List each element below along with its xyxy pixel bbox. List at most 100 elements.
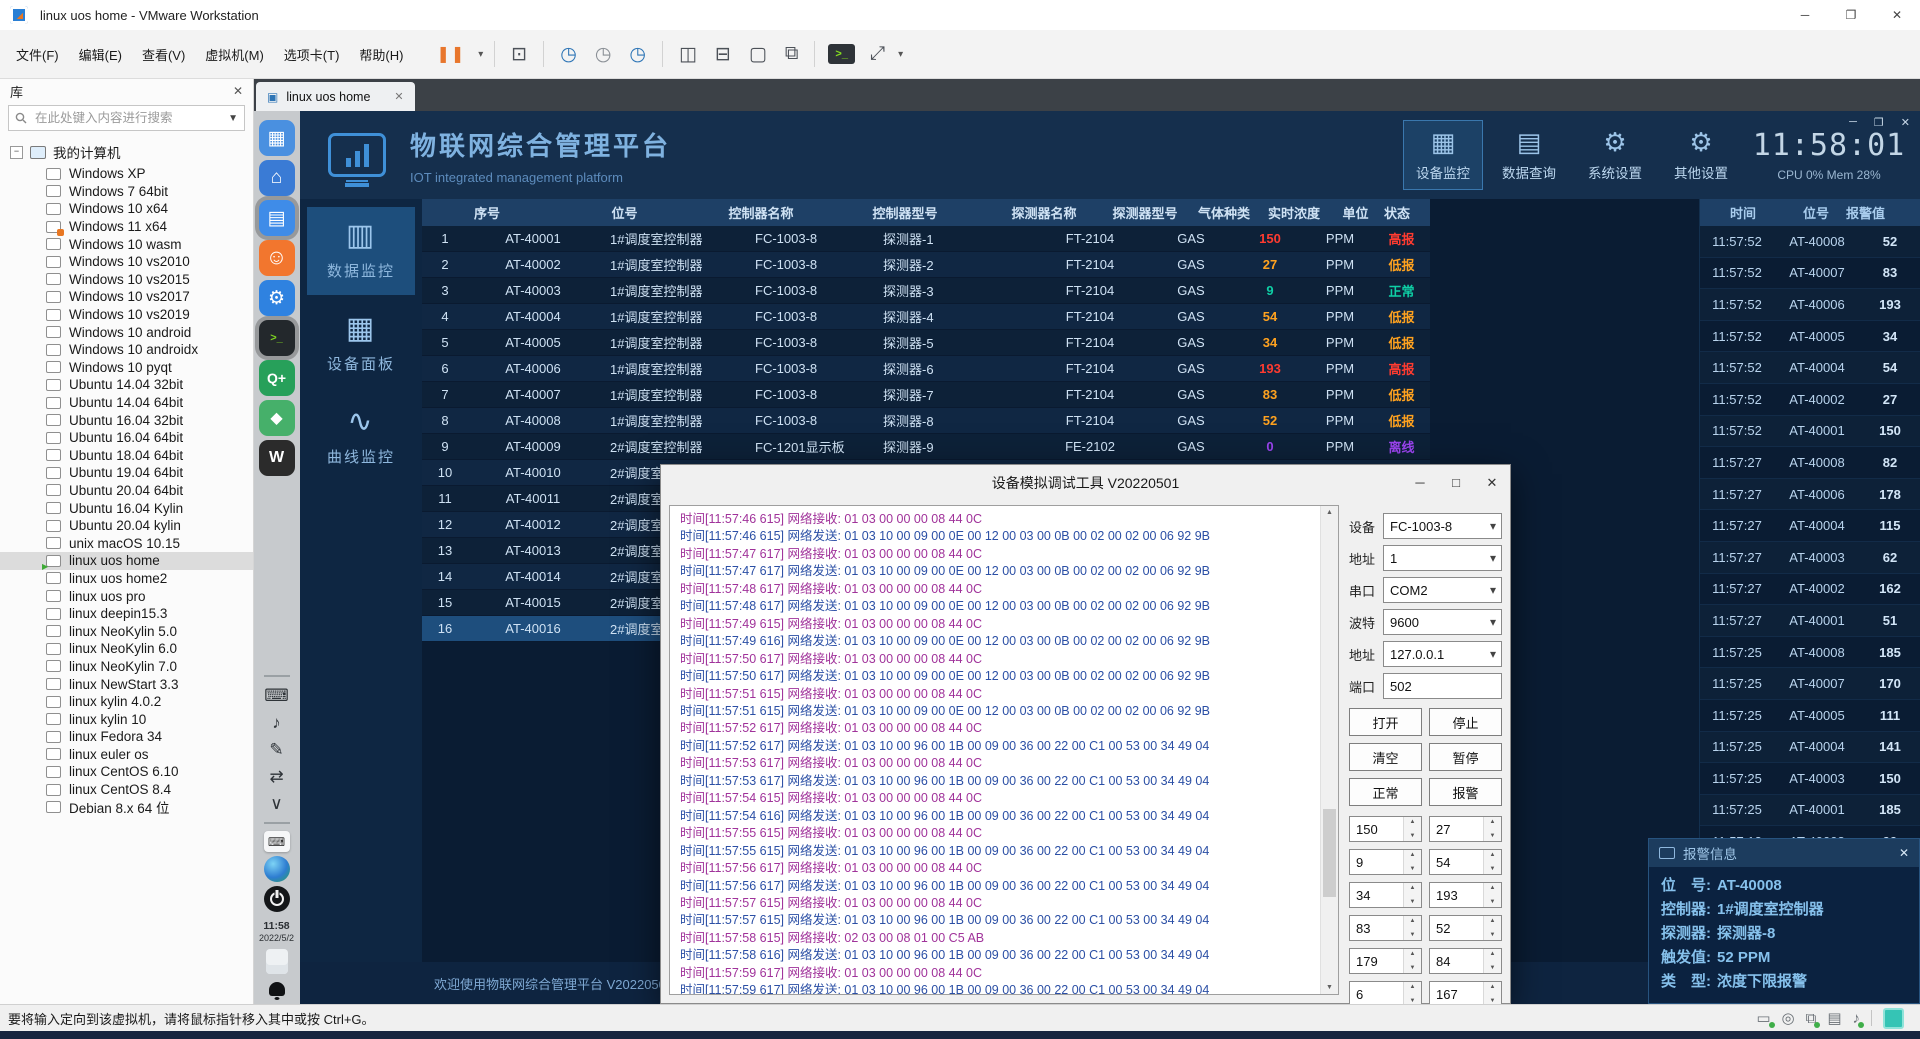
combo-box[interactable]: 1 <box>1383 545 1502 571</box>
terminal-console-button[interactable]: >_ <box>828 44 855 64</box>
vm-item[interactable]: linux uos home <box>0 552 253 570</box>
value-spinner[interactable]: 27 <box>1429 816 1502 842</box>
vm-item[interactable]: Windows 10 pyqt <box>0 359 253 377</box>
spinner-arrows-icon[interactable] <box>1483 982 1501 1006</box>
network-log[interactable]: 时间[11:57:46 615] 网络接收: 01 03 00 00 00 08… <box>669 505 1339 995</box>
vm-item[interactable]: linux uos home2 <box>0 570 253 588</box>
vm-item[interactable]: linux NewStart 3.3 <box>0 675 253 693</box>
spinner-arrows-icon[interactable] <box>1403 982 1421 1006</box>
alarm-row[interactable]: 11:57:52 AT-40004 54 <box>1700 352 1920 384</box>
app-window-control[interactable]: ✕ <box>1901 116 1910 129</box>
window-control-button[interactable]: ─ <box>1782 0 1828 30</box>
menu-item[interactable]: 编辑(E) <box>69 45 132 64</box>
scrollbar-thumb[interactable] <box>1323 809 1336 897</box>
terminal-icon[interactable]: >_ <box>259 320 295 356</box>
dock-divider[interactable] <box>264 675 290 677</box>
vm-item[interactable]: linux deepin15.3 <box>0 605 253 623</box>
value-spinner[interactable]: 179 <box>1349 948 1422 974</box>
tree-root[interactable]: − 我的计算机 <box>0 140 253 165</box>
vm-item[interactable]: Ubuntu 19.04 64bit <box>0 464 253 482</box>
spinner-arrows-icon[interactable] <box>1403 949 1421 973</box>
toolbar-icon[interactable] <box>494 41 495 67</box>
cdrom-icon[interactable]: ◎ <box>1782 1011 1795 1026</box>
alarm-row[interactable]: 11:57:52 AT-40008 52 <box>1700 226 1920 258</box>
file-manager-icon[interactable]: ▤ <box>259 200 295 236</box>
spinner-arrows-icon[interactable] <box>1403 883 1421 907</box>
alarm-row[interactable]: 11:57:27 AT-40008 82 <box>1700 447 1920 479</box>
value-spinner[interactable]: 193 <box>1429 882 1502 908</box>
side-nav-item[interactable]: ▦ 设备面板 <box>307 300 415 388</box>
value-spinner[interactable]: 9 <box>1349 849 1422 875</box>
top-nav-item[interactable]: ⚙ 系统设置 <box>1576 121 1654 189</box>
tab-close-icon[interactable]: ✕ <box>394 90 403 103</box>
app-window-control[interactable]: ❐ <box>1874 116 1884 129</box>
alarm-row[interactable]: 11:57:52 AT-40007 83 <box>1700 258 1920 290</box>
log-scrollbar[interactable] <box>1320 506 1338 994</box>
side-nav-item[interactable]: ∿ 曲线监控 <box>307 393 415 481</box>
toolbar-icon[interactable] <box>543 41 544 67</box>
table-row[interactable]: 8 AT-40008 1#调度室控制器 FC-1003-8 探测器-8 FT-2… <box>422 408 1430 434</box>
top-nav-item[interactable]: ▦ 设备监控 <box>1404 121 1482 189</box>
launcher-icon[interactable]: ▦ <box>259 120 295 156</box>
alarm-row[interactable]: 11:57:52 AT-40002 27 <box>1700 384 1920 416</box>
vm-item[interactable]: Ubuntu 16.04 32bit <box>0 411 253 429</box>
notification-icon[interactable] <box>269 982 285 996</box>
table-row[interactable]: 7 AT-40007 1#调度室控制器 FC-1003-8 探测器-7 FT-2… <box>422 382 1430 408</box>
alarm-row[interactable]: 11:57:52 AT-40006 193 <box>1700 289 1920 321</box>
virtual-keyboard-icon[interactable]: ⌨ <box>259 684 295 707</box>
alarm-row[interactable]: 11:57:27 AT-40003 62 <box>1700 542 1920 574</box>
vm-item[interactable]: Windows 10 androidx <box>0 341 253 359</box>
network-icon[interactable]: ⧉ <box>1806 1011 1817 1026</box>
combo-box[interactable]: 127.0.0.1 <box>1383 641 1502 667</box>
spinner-arrows-icon[interactable] <box>1403 817 1421 841</box>
alarm-row[interactable]: 11:57:27 AT-40006 178 <box>1700 479 1920 511</box>
combo-box[interactable]: COM2 <box>1383 577 1502 603</box>
alarm-row[interactable]: 11:57:25 AT-40003 150 <box>1700 763 1920 795</box>
pause-dropdown-icon[interactable]: ▾ <box>474 49 487 60</box>
home-icon[interactable]: ⌂ <box>259 160 295 196</box>
annotate-icon[interactable]: ✎ <box>259 738 295 761</box>
dialog-button[interactable]: 报警 <box>1429 778 1502 806</box>
printer-icon[interactable]: ▤ <box>1827 1011 1841 1026</box>
vm-item[interactable]: Windows 10 vs2015 <box>0 271 253 289</box>
spinner-arrows-icon[interactable] <box>1483 817 1501 841</box>
vm-item[interactable]: Debian 8.x 64 位 <box>0 798 253 816</box>
sound-icon[interactable]: ♪ <box>1853 1011 1861 1026</box>
unity-view-icon[interactable]: ⧉ <box>776 43 808 65</box>
search-dropdown-icon[interactable]: ▼ <box>228 113 238 124</box>
search-input[interactable] <box>33 110 222 126</box>
console-view-icon[interactable]: ▢ <box>740 43 776 66</box>
dialog-button[interactable]: 清空 <box>1349 743 1422 771</box>
vm-item[interactable]: linux NeoKylin 6.0 <box>0 640 253 658</box>
alarm-row[interactable]: 11:57:27 AT-40001 51 <box>1700 605 1920 637</box>
pause-button[interactable]: ❚❚ <box>427 44 474 64</box>
vm-item[interactable]: linux uos pro <box>0 587 253 605</box>
vm-tab[interactable]: ▣ linux uos home ✕ <box>256 82 415 111</box>
menu-item[interactable]: 选项卡(T) <box>274 45 350 64</box>
security-center-icon[interactable]: ◆ <box>259 400 295 436</box>
revert-snapshot-icon[interactable]: ◷ <box>586 43 621 66</box>
combo-box[interactable]: 9600 <box>1383 609 1502 635</box>
dialog-button[interactable]: 停止 <box>1429 708 1502 736</box>
top-nav-item[interactable]: ⚙ 其他设置 <box>1662 121 1740 189</box>
control-center-icon[interactable]: ⚙ <box>259 280 295 316</box>
dock-time[interactable]: 11:58 <box>259 920 295 932</box>
vm-item[interactable]: Windows XP <box>0 165 253 183</box>
dialog-button[interactable]: 正常 <box>1349 778 1422 806</box>
dialog-control-button[interactable]: □ <box>1438 465 1474 500</box>
vm-item[interactable]: Ubuntu 16.04 Kylin <box>0 499 253 517</box>
table-row[interactable]: 4 AT-40004 1#调度室控制器 FC-1003-8 探测器-4 FT-2… <box>422 304 1430 330</box>
trash-icon[interactable] <box>266 949 288 974</box>
app-store-icon[interactable]: ☺ <box>259 240 295 276</box>
show-thumbnails-icon[interactable]: ⊟ <box>706 43 740 66</box>
vm-item[interactable]: Ubuntu 20.04 kylin <box>0 517 253 535</box>
spinner-arrows-icon[interactable] <box>1483 850 1501 874</box>
clipboard-icon[interactable] <box>1883 1008 1904 1029</box>
vm-item[interactable]: linux NeoKylin 5.0 <box>0 622 253 640</box>
alarm-row[interactable]: 11:57:52 AT-40005 34 <box>1700 321 1920 353</box>
toolbar-icon[interactable] <box>814 41 815 67</box>
library-close-icon[interactable]: ✕ <box>233 84 243 98</box>
menu-item[interactable]: 文件(F) <box>6 45 69 64</box>
value-spinner[interactable]: 52 <box>1429 915 1502 941</box>
vm-item[interactable]: Windows 10 vs2010 <box>0 253 253 271</box>
